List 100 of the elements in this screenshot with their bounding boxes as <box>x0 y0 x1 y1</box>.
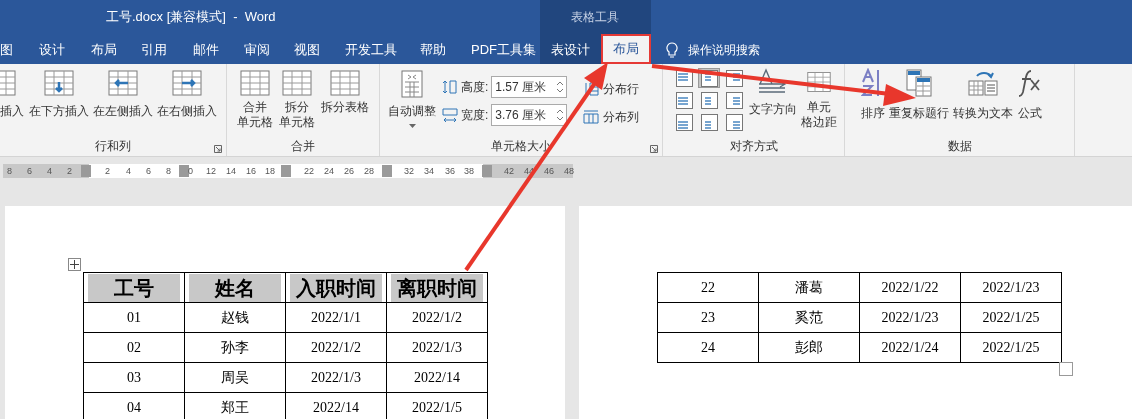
width-spin-field[interactable]: 3.76 厘米 <box>491 104 568 126</box>
ribbon-tab[interactable]: 视图 <box>288 36 326 64</box>
column-marker[interactable] <box>482 165 492 177</box>
merge-button[interactable]: 拆分 单元格 <box>279 70 315 130</box>
autofit-button[interactable]: 自动调整 <box>388 70 436 128</box>
ribbon-tab[interactable]: 布局 <box>85 36 123 64</box>
height-spin-field[interactable]: 1.57 厘米 <box>491 76 568 98</box>
align-icon <box>700 91 718 109</box>
table-insert-icon <box>44 70 74 96</box>
group-label: 合并 <box>291 138 315 155</box>
cell-alignment-button[interactable] <box>673 90 695 110</box>
ribbon-tab[interactable]: 审阅 <box>238 36 276 64</box>
ruler-number: 14 <box>226 165 236 178</box>
ruler-number: 34 <box>424 165 434 178</box>
ruler-number: 24 <box>324 165 334 178</box>
distribute-columns-icon <box>583 110 600 124</box>
table-cell: 2022/1/23 <box>859 302 961 333</box>
data-button[interactable]: 重复标题行 <box>889 68 949 122</box>
group-label: 行和列 <box>95 138 131 155</box>
column-marker[interactable] <box>179 165 189 177</box>
spinner-icon <box>556 108 565 122</box>
column-marker[interactable] <box>382 165 392 177</box>
ribbon-tab[interactable]: 表设计 <box>545 36 596 64</box>
table-cell: 22 <box>657 272 759 303</box>
ruler-number: 4 <box>47 165 52 178</box>
column-marker[interactable] <box>81 165 91 177</box>
align-icon <box>700 113 718 131</box>
merge-button[interactable]: 合并 单元格 <box>237 70 273 130</box>
ribbon-tab[interactable]: 邮件 <box>187 36 225 64</box>
insert-button[interactable]: 插入 <box>0 70 26 120</box>
size-label: 宽度: <box>461 107 489 124</box>
row-height-icon <box>442 79 458 95</box>
repeat-header-icon <box>904 68 934 98</box>
autofit-icon <box>400 70 424 98</box>
distribute-rows-button[interactable]: 分布行 <box>583 80 640 98</box>
lightbulb-icon <box>666 42 678 58</box>
table-cell: 2022/1/25 <box>960 332 1062 363</box>
data-button[interactable]: 公式 <box>1017 68 1043 122</box>
ruler-number: 6 <box>27 165 32 178</box>
ruler-number: 6 <box>146 165 151 178</box>
ribbon-tab[interactable]: 设计 <box>33 36 71 64</box>
ribbon-tab[interactable]: 引用 <box>135 36 173 64</box>
table-cell: 03 <box>83 362 185 393</box>
cell-alignment-button[interactable] <box>698 90 720 110</box>
ribbon-tab[interactable]: 开发工具 <box>339 36 403 64</box>
data-button[interactable]: 转换为文本 <box>953 68 1013 122</box>
ruler-number: 2 <box>67 165 72 178</box>
table-cell: 潘葛 <box>758 272 860 303</box>
ribbon-tab[interactable]: 布局 <box>601 34 651 64</box>
cell-alignment-button[interactable] <box>723 112 745 132</box>
table-cell: 2022/1/24 <box>859 332 961 363</box>
table-cell: 2022/1/3 <box>386 332 488 363</box>
table-cell: 奚范 <box>758 302 860 333</box>
ribbon-tab[interactable]: 帮助 <box>414 36 452 64</box>
column-width-icon <box>442 107 458 123</box>
ribbon-tab[interactable]: PDF工具集 <box>465 36 542 64</box>
table-cell: 2022/1/2 <box>285 332 387 363</box>
insert-button[interactable]: 在左侧插入 <box>92 70 154 120</box>
insert-button[interactable]: 在右侧插入 <box>156 70 218 120</box>
distribute-columns-button[interactable]: 分布列 <box>583 108 640 126</box>
text-direction-button[interactable]: 文字方向 <box>749 68 797 118</box>
merge-button[interactable]: 拆分表格 <box>321 70 369 115</box>
table-resize-handle[interactable] <box>1059 362 1073 376</box>
table-cell: 04 <box>83 392 185 419</box>
column-header: 姓名 <box>189 273 281 302</box>
column-header: 工号 <box>88 273 180 302</box>
ribbon-tab[interactable]: 图 <box>0 36 19 64</box>
table-cell: 孙李 <box>184 332 286 363</box>
ruler-number: 28 <box>364 165 374 178</box>
ruler-number: 16 <box>246 165 256 178</box>
group-label: 对齐方式 <box>729 138 778 155</box>
dialog-launcher-icon[interactable] <box>214 145 222 153</box>
caret-icon <box>408 124 416 128</box>
table-move-handle-icon[interactable] <box>68 258 81 271</box>
table-grid-icon <box>240 70 270 96</box>
column-marker[interactable] <box>281 165 291 177</box>
distribute-rows-icon <box>583 82 600 96</box>
formula-icon <box>1017 68 1043 98</box>
table-insert-icon <box>172 70 202 96</box>
ruler-number: 48 <box>564 165 574 178</box>
ruler-number: 46 <box>544 165 554 178</box>
align-icon <box>725 113 743 131</box>
ruler-number: 18 <box>265 165 275 178</box>
table-cell: 2022/1/3 <box>285 362 387 393</box>
insert-button[interactable]: 在下方插入 <box>28 70 90 120</box>
table-cell: 2022/1/23 <box>960 272 1062 303</box>
table-cell: 赵钱 <box>184 302 286 333</box>
table-cell: 2022/1/25 <box>960 302 1062 333</box>
data-button[interactable]: 排序 <box>861 68 885 122</box>
search-hint[interactable]: 操作说明搜索 <box>688 41 760 59</box>
cell-alignment-button[interactable] <box>723 90 745 110</box>
ruler-number: 12 <box>206 165 216 178</box>
ruler-number: 2 <box>105 165 110 178</box>
context-label: 表格工具 <box>571 9 619 26</box>
cell-margins-button[interactable]: 单元 格边距 <box>801 68 837 130</box>
dialog-launcher-icon[interactable] <box>650 145 658 153</box>
cell-alignment-button[interactable] <box>698 112 720 132</box>
column-header: 入职时间 <box>290 273 382 302</box>
ruler-number: 8 <box>166 165 171 178</box>
cell-alignment-button[interactable] <box>673 112 695 132</box>
